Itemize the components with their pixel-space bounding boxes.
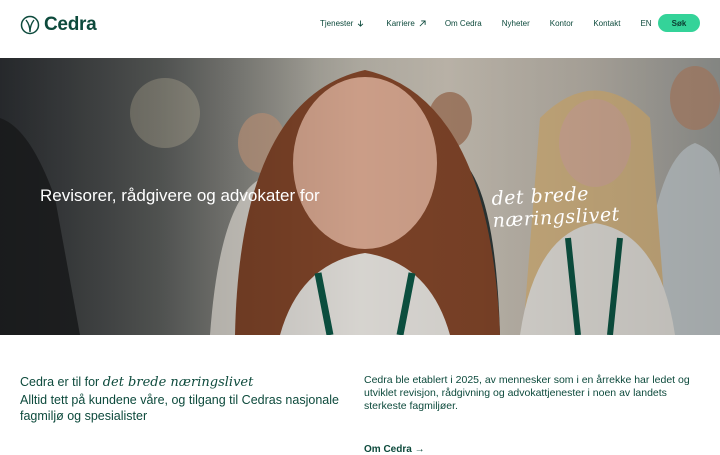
intro-lead-script: det brede næringslivet (102, 375, 254, 390)
nav-label: Karriere (386, 18, 415, 28)
intro-heading: Cedra er til for det brede næringslivet … (20, 375, 350, 424)
logo-link[interactable]: Cedra (20, 14, 97, 36)
intro-lead-line: Cedra er til for det brede næringslivet (20, 375, 350, 390)
nav-item-tjenester[interactable]: Tjenester (320, 19, 364, 28)
language-switch[interactable]: EN (640, 19, 651, 28)
nav-item-kontakt[interactable]: Kontakt (593, 19, 620, 28)
nav-label: Tjenester (320, 18, 354, 28)
nav-item-karriere[interactable]: Karriere (386, 18, 426, 28)
nav-item-om-cedra[interactable]: Om Cedra (445, 19, 482, 28)
nav-item-nyheter[interactable]: Nyheter (502, 19, 530, 28)
nav-label: EN (640, 18, 652, 28)
hero-headline: Revisorer, rådgivere og advokater for (40, 186, 320, 205)
nav-label: Nyheter (501, 18, 530, 28)
main-nav: Tjenester Karriere Om Cedra Nyheter Kont… (320, 0, 652, 46)
cedra-logo-icon (20, 15, 40, 35)
site-header: Cedra Tjenester Karriere Om Cedra Nyhete… (0, 0, 720, 58)
nav-item-kontor[interactable]: Kontor (550, 19, 574, 28)
arrow-up-right-icon (419, 19, 426, 26)
nav-label: Kontor (549, 18, 574, 28)
nav-label: Om Cedra (444, 18, 482, 28)
search-button[interactable]: Søk (658, 14, 700, 32)
brand-name: Cedra (44, 14, 97, 35)
hero-banner: Revisorer, rådgivere og advokater for de… (0, 58, 720, 335)
intro-lead: Cedra er til for (20, 375, 100, 389)
intro-body: Alltid tett på kundene våre, og tilgang … (20, 393, 339, 423)
nav-label: Kontakt (593, 18, 621, 28)
about-text: Cedra ble etablert i 2025, av mennesker … (364, 374, 690, 412)
arrow-down-icon (358, 19, 364, 27)
